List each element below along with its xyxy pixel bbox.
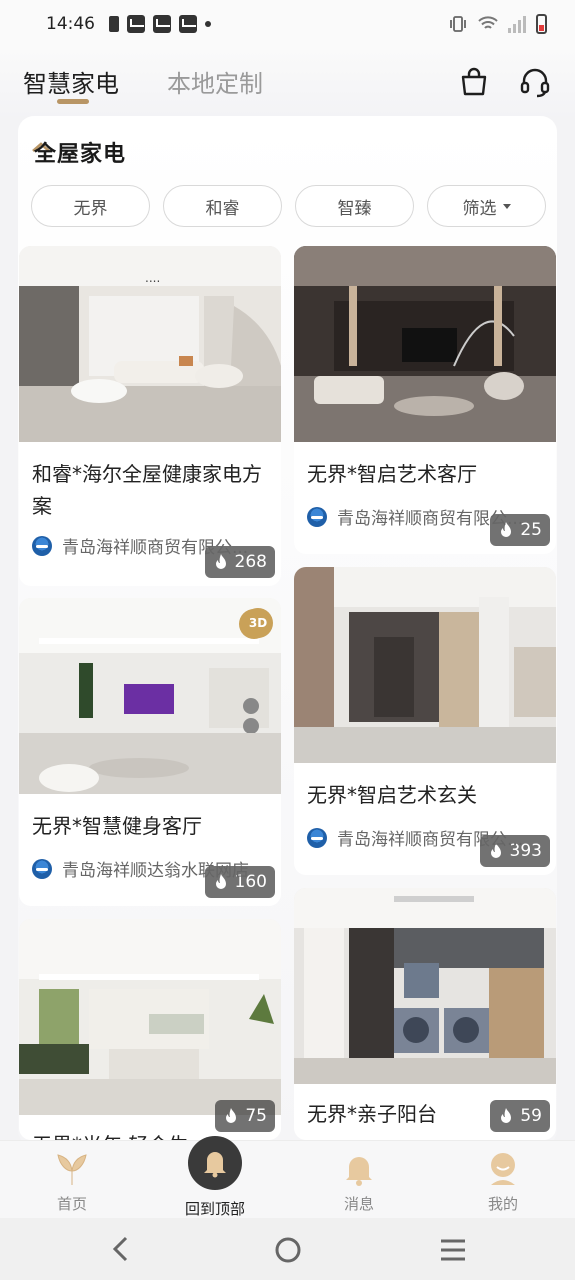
menu-icon[interactable] xyxy=(439,1238,467,1262)
scene-photo xyxy=(294,888,556,1084)
scene-photo xyxy=(294,567,556,763)
seller-info: 青岛海祥顺商贸有限公... xyxy=(32,533,248,558)
seller-logo-icon xyxy=(307,827,327,848)
card-title: 和睿*海尔全屋健康家电方案 xyxy=(32,462,262,518)
scene-photo: .... xyxy=(19,246,281,442)
mail-icon xyxy=(127,15,145,33)
scene-card[interactable]: 3D 160 无界*智慧健身客厅 青岛海祥顺达翁水联网店 xyxy=(19,598,281,906)
mail-icon xyxy=(153,15,171,33)
status-bar: 14:46 xyxy=(0,0,575,48)
home-leaf-icon xyxy=(57,1154,87,1185)
card-title: 无界*光年·轻会生 xyxy=(32,1129,272,1140)
home-circle-icon[interactable] xyxy=(274,1236,302,1264)
shopping-bag-icon[interactable] xyxy=(458,66,490,98)
filter-dropdown[interactable]: 筛选 xyxy=(427,185,546,227)
filter-chip-wujie[interactable]: 无界 xyxy=(31,185,150,227)
scene-card[interactable]: 25 无界*智启艺术客厅 青岛海祥顺商贸有限公... xyxy=(294,246,556,554)
seller-info: 青岛海祥顺商贸有限公... xyxy=(307,825,523,850)
tab-smart-appliances[interactable]: 智慧家电 xyxy=(23,64,119,99)
bottom-nav: 首页 回到顶部 消息 我的 xyxy=(0,1140,575,1218)
top-header: 智慧家电 本地定制 xyxy=(0,48,575,116)
seller-logo-icon xyxy=(32,535,52,556)
scene-photo xyxy=(294,246,556,442)
active-tab-indicator xyxy=(57,99,89,104)
filter-chip-zhizhen[interactable]: 智臻 xyxy=(295,185,414,227)
mail-icon xyxy=(179,15,197,33)
sim-icon xyxy=(109,16,119,32)
seller-info: 青岛海祥顺达翁水联网店 xyxy=(32,856,249,881)
seller-info: 青岛海祥顺商贸有限公... xyxy=(307,504,523,529)
tab-local-custom[interactable]: 本地定制 xyxy=(167,64,263,99)
card-title: 无界*亲子阳台 xyxy=(307,1102,437,1126)
seller-name: 青岛海祥顺商贸有限公... xyxy=(337,509,524,529)
filter-chip-herui[interactable]: 和睿 xyxy=(163,185,282,227)
signal-icon xyxy=(508,15,526,33)
section-title: 全屋家电 xyxy=(32,136,126,168)
svg-text:....: .... xyxy=(145,271,160,285)
scene-card[interactable]: 59 无界*亲子阳台 xyxy=(294,888,556,1140)
dot-icon xyxy=(205,21,211,27)
seller-logo-icon xyxy=(32,858,52,879)
bell-icon xyxy=(346,1157,372,1186)
system-nav-bar xyxy=(0,1218,575,1280)
filter-chips: 无界 和睿 智臻 筛选 xyxy=(31,185,546,227)
battery-icon xyxy=(536,14,547,34)
scene-card[interactable]: 75 无界*光年·轻会生 xyxy=(19,919,281,1140)
status-time: 14:46 xyxy=(46,14,95,34)
seller-logo-icon xyxy=(307,506,327,527)
flame-icon xyxy=(226,1108,237,1123)
scene-photo xyxy=(19,919,281,1115)
card-title: 无界*智启艺术玄关 xyxy=(307,783,477,807)
back-to-top-button[interactable] xyxy=(188,1136,242,1190)
nav-profile[interactable]: 我的 xyxy=(448,1141,558,1219)
nav-home[interactable]: 首页 xyxy=(17,1141,127,1219)
seller-name: 青岛海祥顺商贸有限公... xyxy=(337,830,524,850)
headset-icon[interactable] xyxy=(519,66,551,98)
nav-messages[interactable]: 消息 xyxy=(304,1141,414,1219)
vibrate-icon xyxy=(450,16,466,32)
profile-icon xyxy=(491,1153,515,1185)
card-title: 无界*智启艺术客厅 xyxy=(307,462,477,486)
seller-name: 青岛海祥顺商贸有限公... xyxy=(62,538,249,558)
seller-name: 青岛海祥顺达翁水联网店 xyxy=(62,861,249,881)
badge-3d: 3D xyxy=(243,608,273,638)
caret-down-icon xyxy=(502,203,511,209)
scene-card[interactable]: 393 无界*智启艺术玄关 青岛海祥顺商贸有限公... xyxy=(294,567,556,875)
scene-card[interactable]: .... 268 和睿*海尔全屋健康家电方案 青岛海祥顺商贸有限公... xyxy=(19,246,281,586)
scene-photo xyxy=(19,598,281,794)
back-to-top-icon xyxy=(204,1152,226,1178)
popularity-badge: 75 xyxy=(215,1100,275,1132)
section-title-text: 全屋家电 xyxy=(34,142,127,167)
notification-icons xyxy=(109,15,211,33)
card-title: 无界*智慧健身客厅 xyxy=(32,814,202,838)
back-icon[interactable] xyxy=(110,1236,132,1262)
wifi-icon xyxy=(478,16,498,29)
